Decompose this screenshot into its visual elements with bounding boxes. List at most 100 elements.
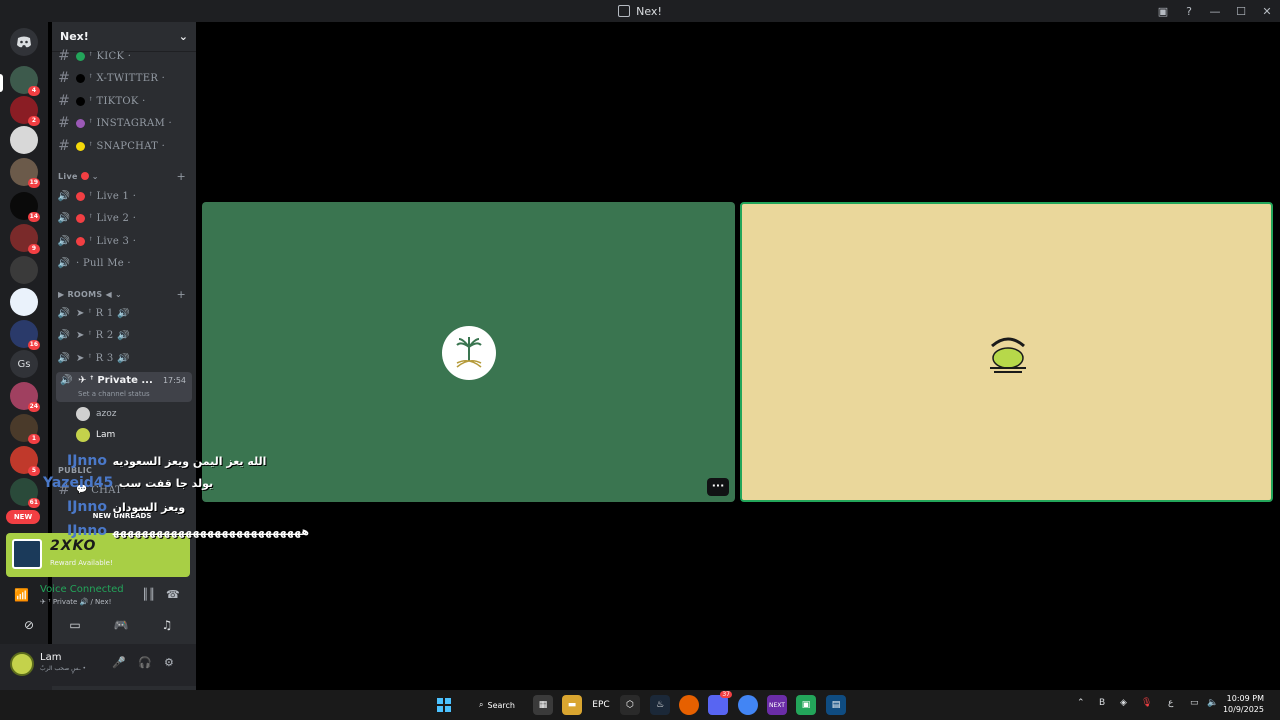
more-options-icon[interactable]: ··· xyxy=(707,478,729,496)
maximize-button[interactable]: ☐ xyxy=(1228,0,1254,22)
voice-channel-r1[interactable]: 🔊 ➤ ꜛ R 1 🔊 xyxy=(56,303,192,323)
hash-icon: # xyxy=(58,115,70,131)
category-rooms[interactable]: ▶ ROOMS ◀ ⌄ + xyxy=(58,287,190,301)
reward-text: Reward Available! xyxy=(50,559,113,567)
user-name[interactable]: Lam xyxy=(40,652,61,663)
add-channel-icon[interactable]: + xyxy=(176,170,186,183)
camera-off-icon[interactable]: ⊘ xyxy=(9,614,49,636)
channel-x-twitter[interactable]: # ꜛ X-TWITTER · xyxy=(56,68,192,88)
language-indicator[interactable]: ع xyxy=(1168,698,1173,708)
firefox-icon[interactable] xyxy=(679,695,699,715)
status-dot xyxy=(76,51,85,61)
participant-tile-azoz[interactable]: ··· xyxy=(202,202,735,502)
voice-channel-pull-me[interactable]: 🔊 · Pull Me · xyxy=(56,253,192,273)
status-dot xyxy=(76,213,85,223)
server-7[interactable] xyxy=(10,256,38,284)
file-explorer-icon[interactable]: ▬ xyxy=(562,695,582,715)
taskbar-search[interactable]: ⌕ Search xyxy=(466,695,528,715)
channel-tiktok[interactable]: # ꜛ TIKTOK · xyxy=(56,91,192,111)
chevron-down-icon: ⌄ xyxy=(91,171,99,181)
voice-channel-live-2[interactable]: 🔊 ꜛ Live 2 · xyxy=(56,208,192,228)
volume-icon[interactable]: 🔈 xyxy=(1207,698,1218,708)
server-gs[interactable]: Gs xyxy=(10,350,38,378)
close-button[interactable]: ✕ xyxy=(1254,0,1280,22)
channel-instagram[interactable]: # ꜛ INSTAGRAM · xyxy=(56,113,192,133)
speaker-icon: 🔊 xyxy=(57,257,71,269)
user-panel: Lam ـسٍ صحب الربٌ • 🎤 🎧 ⚙ xyxy=(10,644,196,686)
server-14[interactable]: 61 xyxy=(10,478,40,508)
status-dot xyxy=(76,96,85,106)
server-4[interactable]: 19 xyxy=(10,158,40,188)
voice-channel-live-1[interactable]: 🔊 ꜛ Live 1 · xyxy=(56,186,192,206)
discord-taskbar-icon[interactable]: 37 xyxy=(708,691,732,715)
store-icon[interactable]: ▦ xyxy=(533,695,553,715)
server-12[interactable]: 1 xyxy=(10,414,40,444)
epic-games-icon[interactable]: EPC xyxy=(591,695,611,715)
discord-home-icon[interactable] xyxy=(10,28,38,56)
voice-member-azoz[interactable]: azoz xyxy=(76,405,116,423)
speaker-icon: 🔊 xyxy=(57,352,71,364)
signal-icon[interactable]: 📶 xyxy=(14,588,29,602)
server-13[interactable]: 5 xyxy=(10,446,40,476)
app-cube-icon[interactable]: ⬡ xyxy=(620,695,640,715)
soundboard-icon[interactable]: ♫ xyxy=(147,614,187,636)
live-dot xyxy=(80,172,89,180)
network-icon[interactable]: ▭ xyxy=(1190,698,1199,708)
overlay-message: IJnno الله يعز اليمن ويعز السعوديه xyxy=(67,453,267,469)
overlay-message: IJnno ويعز السودان xyxy=(67,499,186,515)
server-5[interactable]: 14 xyxy=(10,192,40,222)
server-9[interactable]: 16 xyxy=(10,320,40,350)
participant-tile-lam[interactable] xyxy=(740,202,1273,502)
channel-kick[interactable]: # ꜛ KICK · xyxy=(56,46,192,66)
voice-controls: ⊘ ▭ 🎮 ♫ xyxy=(6,614,190,636)
hash-icon: # xyxy=(58,93,70,109)
screen-share-icon[interactable]: ▭ xyxy=(55,614,95,636)
tray-mic-icon[interactable]: 🎙 xyxy=(1141,698,1152,708)
taskbar-clock[interactable]: 10:09 PM 10/9/2025 xyxy=(1223,693,1264,715)
app-blue-icon[interactable]: ▤ xyxy=(826,695,846,715)
microphone-icon[interactable]: 🎤 xyxy=(112,656,126,669)
server-6[interactable]: 9 xyxy=(10,224,40,254)
status-dot xyxy=(76,118,85,128)
tray-shield-icon[interactable]: ◈ xyxy=(1120,698,1127,708)
category-live[interactable]: Live ⌄ + xyxy=(58,169,190,183)
voice-channel-r2[interactable]: 🔊 ➤ ꜛ R 2 🔊 xyxy=(56,325,192,345)
help-icon[interactable]: ? xyxy=(1176,0,1202,22)
channel-status-hint[interactable]: Set a channel status xyxy=(78,390,150,398)
windows-start-icon[interactable] xyxy=(434,695,454,715)
title-bar: Nex! ▣ ? — ☐ ✕ xyxy=(0,0,1280,22)
headphones-icon[interactable]: 🎧 xyxy=(138,656,152,669)
voice-channel-private[interactable]: 🔊 ✈ ꜛ Private ... 17:54 Set a channel st… xyxy=(56,372,192,402)
disconnect-icon[interactable]: ☎ xyxy=(166,588,180,601)
noise-suppression-icon[interactable]: ║║ xyxy=(142,588,155,601)
overlay-message: Yazeid45 يولد جا قفت سب xyxy=(43,475,214,491)
tray-overflow-icon[interactable]: ⌃ xyxy=(1077,698,1085,708)
voice-channel-live-3[interactable]: 🔊 ꜛ Live 3 · xyxy=(56,231,192,251)
voice-channel-r3[interactable]: 🔊 ➤ ꜛ R 3 🔊 xyxy=(56,348,192,368)
window-title: Nex! xyxy=(636,4,662,18)
voice-member-lam[interactable]: Lam xyxy=(76,426,115,444)
voice-status[interactable]: Voice Connected xyxy=(40,584,124,595)
hash-icon: # xyxy=(58,138,70,154)
activity-icon[interactable]: 🎮 xyxy=(101,614,141,636)
tray-app-icon[interactable]: B xyxy=(1099,698,1105,708)
server-nex[interactable]: 4 xyxy=(10,66,40,96)
channel-snapchat[interactable]: # ꜛ SNAPCHAT · xyxy=(56,136,192,156)
server-11[interactable]: 24 xyxy=(10,382,40,412)
add-channel-icon[interactable]: + xyxy=(176,288,186,301)
server-3[interactable] xyxy=(10,126,38,154)
minimize-button[interactable]: — xyxy=(1202,0,1228,22)
server-2[interactable]: 2 xyxy=(10,96,40,126)
chrome-icon[interactable] xyxy=(738,695,758,715)
next-app-icon[interactable]: NEXT xyxy=(767,695,787,715)
settings-gear-icon[interactable]: ⚙ xyxy=(164,656,174,669)
user-avatar[interactable] xyxy=(10,652,34,676)
voice-channel-link[interactable]: ✈ ꜛ Private 🔊 / Nex! xyxy=(40,598,111,606)
inbox-icon[interactable]: ▣ xyxy=(1150,0,1176,22)
app-green-icon[interactable]: ▣ xyxy=(796,695,816,715)
voice-connected-panel: 📶 Voice Connected ✈ ꜛ Private 🔊 / Nex! ║… xyxy=(6,580,190,612)
promo-banner[interactable]: 2XKO Reward Available! xyxy=(6,533,190,577)
server-nirvana[interactable] xyxy=(10,288,38,316)
steam-icon[interactable]: ♨ xyxy=(650,695,670,715)
new-servers-pill[interactable]: NEW xyxy=(6,510,40,524)
